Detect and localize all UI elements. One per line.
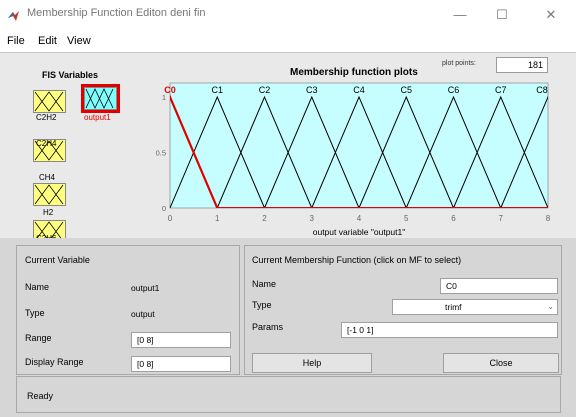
title-bar: Membership Function Editon deni fin — ☐ … (0, 0, 576, 30)
mf-type-select[interactable]: trimf ⌄ (392, 299, 558, 315)
menu-edit[interactable]: Edit (38, 35, 57, 47)
menu-view[interactable]: View (67, 35, 91, 47)
status-bar: Ready (16, 376, 561, 413)
mf-type-value: trimf (445, 302, 462, 312)
variable-type-value: output (131, 309, 155, 319)
mf-label-c8: C8 (536, 85, 548, 95)
current-variable-title: Current Variable (25, 255, 90, 265)
variable-name-label: Name (25, 282, 50, 292)
mf-params-input[interactable]: [-1 0 1] (341, 322, 558, 338)
mf-label-c3: C3 (306, 85, 318, 95)
display-range-input[interactable]: [0 8] (131, 356, 231, 372)
help-button[interactable]: Help (252, 353, 372, 373)
x-tick-label: 0 (168, 214, 173, 223)
mf-label-c4: C4 (353, 85, 365, 95)
display-range-label: Display Range (25, 357, 84, 367)
mf-label-c2: C2 (259, 85, 271, 95)
range-input[interactable]: [0 8] (131, 332, 231, 348)
menu-file[interactable]: File (7, 35, 25, 47)
window-title: Membership Function Editon deni fin (27, 7, 206, 19)
current-mf-panel: Current Membership Function (click on MF… (244, 245, 562, 375)
current-mf-title: Current Membership Function (click on MF… (252, 255, 462, 265)
minimize-button[interactable]: — (445, 4, 475, 26)
x-axis-label: output variable "output1" (313, 227, 406, 237)
current-variable-panel: Current Variable Name output1 Type outpu… (16, 245, 240, 375)
x-tick-label: 4 (357, 214, 362, 223)
close-button[interactable]: Close (443, 353, 559, 373)
close-window-button[interactable]: ✕ (536, 4, 566, 26)
mf-name-label: Name (252, 279, 277, 289)
status-text: Ready (27, 391, 54, 401)
membership-function-plot[interactable]: C0 C1 C2 C3 C4 C5 C6 C7 C80 1 2 3 4 5 6 7 800.51output v… (0, 53, 576, 239)
mf-name-input[interactable]: C0 (440, 278, 558, 294)
chevron-down-icon: ⌄ (547, 302, 554, 311)
x-tick-label: 7 (499, 214, 504, 223)
range-label: Range (25, 333, 52, 343)
y-tick-label: 0 (162, 204, 166, 213)
y-tick-label: 0.5 (156, 149, 166, 158)
x-tick-label: 6 (451, 214, 456, 223)
variable-type-label: Type (25, 308, 45, 318)
x-tick-label: 1 (215, 214, 220, 223)
mf-label-c1: C1 (211, 85, 223, 95)
upper-area: FIS Variables C2H2 C2H4 CH4 H2 C2H6 outp… (0, 52, 576, 243)
matlab-app-icon (8, 11, 19, 21)
mf-label-c6: C6 (448, 85, 460, 95)
maximize-button[interactable]: ☐ (487, 4, 517, 26)
mf-params-label: Params (252, 322, 284, 332)
plot-area (169, 82, 549, 209)
y-tick-label: 1 (162, 93, 166, 102)
x-tick-label: 2 (262, 214, 267, 223)
x-tick-label: 5 (404, 214, 409, 223)
x-tick-label: 8 (546, 214, 551, 223)
variable-name-value: output1 (131, 283, 160, 293)
x-tick-label: 3 (310, 214, 315, 223)
mf-label-c5: C5 (400, 85, 412, 95)
mf-type-label: Type (252, 300, 272, 310)
mf-label-c7: C7 (495, 85, 507, 95)
menu-bar: File Edit View (0, 30, 576, 52)
